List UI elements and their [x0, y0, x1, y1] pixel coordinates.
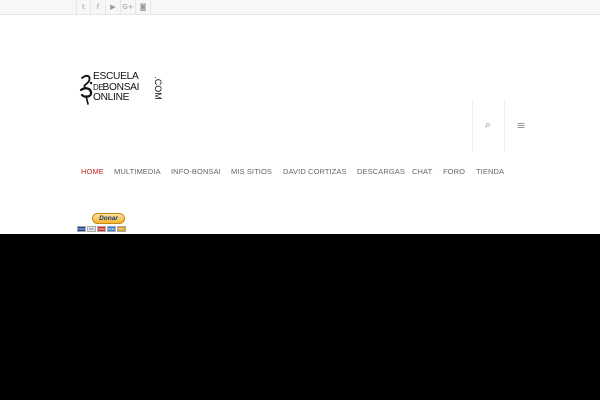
- search-icon[interactable]: ⌕: [481, 118, 495, 132]
- nav-item-chat[interactable]: CHAT: [412, 167, 432, 176]
- card-icon: VISA: [97, 226, 106, 232]
- payment-cards: VISA MC VISA AMEX MC: [77, 226, 126, 232]
- logo-line-3: ONLINE: [93, 92, 130, 104]
- card-icon: MC: [117, 226, 126, 232]
- nav-item-multimedia[interactable]: MULTIMEDIA: [114, 167, 161, 176]
- youtube-icon[interactable]: ▶: [106, 0, 121, 14]
- social-links: 𝕥 f ▶ G+ ◙: [76, 0, 151, 14]
- google-plus-icon[interactable]: G+: [121, 0, 136, 14]
- instagram-icon[interactable]: ◙: [136, 0, 151, 14]
- logo-wordmark: ESCUELA DEBONSAI ONLINE: [93, 71, 140, 104]
- menu-icon[interactable]: ≡: [514, 118, 528, 132]
- site-logo[interactable]: ESCUELA DEBONSAI ONLINE .COM: [79, 71, 165, 106]
- nav-item-david-cortizas[interactable]: DAVID CORTIZAS: [283, 167, 347, 176]
- card-icon: AMEX: [107, 226, 116, 232]
- media-area: [0, 234, 600, 400]
- logo-bonsai: BONSAI: [102, 81, 140, 93]
- logo-com-suffix: .COM: [152, 73, 164, 103]
- nav-item-mis-sitios[interactable]: MIS SITIOS: [231, 167, 272, 176]
- nav-item-info-bonsai[interactable]: INFO-BONSAI: [171, 167, 221, 176]
- header-divider: [472, 100, 473, 152]
- card-icon: VISA: [77, 226, 86, 232]
- card-icon: MC: [87, 226, 96, 232]
- nav-item-home[interactable]: HOME: [81, 167, 104, 176]
- header-divider: [504, 100, 505, 152]
- donate-button[interactable]: Donar: [92, 213, 125, 224]
- nav-item-tienda[interactable]: TIENDA: [476, 167, 504, 176]
- nav-item-foro[interactable]: FORO: [443, 167, 465, 176]
- twitter-icon[interactable]: 𝕥: [76, 0, 91, 14]
- logo-com-text: .COM: [152, 76, 163, 100]
- facebook-icon[interactable]: f: [91, 0, 106, 14]
- nav-item-descargas[interactable]: DESCARGAS: [357, 167, 405, 176]
- top-bar: 𝕥 f ▶ G+ ◙: [0, 0, 600, 15]
